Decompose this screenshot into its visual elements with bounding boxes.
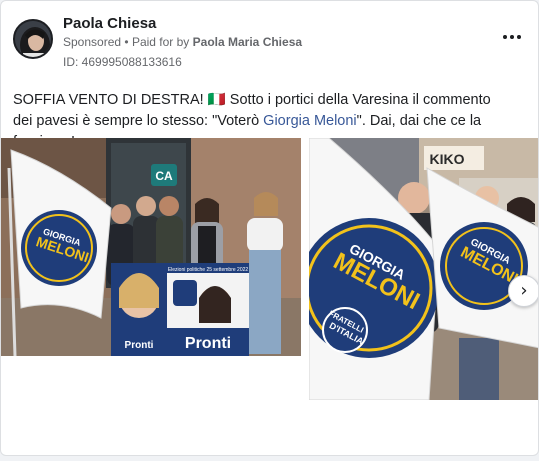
shop-sign: KIKO [430, 151, 465, 167]
group-photo: CA GIORGIA MELONI Pronti Elezioni politi… [1, 138, 301, 356]
post-text-start: SOFFIA VENTO DI DESTRA! [13, 92, 208, 108]
more-dot [510, 35, 514, 39]
flags-photo: KIKO GIORGIA MELONI FRATELLI D'ITALIA GI… [309, 138, 538, 400]
paid-for-by-name[interactable]: Paola Maria Chiesa [193, 35, 302, 49]
sponsored-line: Sponsored • Paid for by Paola Maria Chie… [63, 35, 302, 49]
avatar-photo [15, 21, 51, 57]
more-dot [517, 35, 521, 39]
sponsored-label: Sponsored [63, 35, 122, 49]
ad-post-card: Paola Chiesa Sponsored • Paid for by Pao… [0, 0, 539, 456]
carousel-photo-2[interactable]: KIKO GIORGIA MELONI FRATELLI D'ITALIA GI… [309, 138, 538, 400]
author-avatar[interactable] [13, 19, 53, 59]
separator-dot: • [124, 35, 129, 49]
hashtag-link[interactable]: Giorgia Meloni [263, 113, 357, 129]
more-horizontal-icon [503, 35, 507, 39]
paid-for-by-label: Paid for by [131, 35, 190, 49]
carousel-photo-1[interactable]: CA GIORGIA MELONI Pronti Elezioni politi… [1, 138, 301, 356]
author-name[interactable]: Paola Chiesa [63, 15, 156, 32]
ad-id: ID: 469995088133616 [63, 55, 182, 69]
bank-logo: CA [155, 169, 173, 183]
poster-2-date: Elezioni politiche 25 settembre 2022 [168, 267, 249, 273]
photo-carousel: CA GIORGIA MELONI Pronti Elezioni politi… [1, 138, 538, 400]
poster-2-slogan: Pronti [185, 335, 231, 352]
carousel-next-button[interactable]: › [508, 275, 538, 307]
more-options-button[interactable] [500, 27, 524, 47]
italy-flag-emoji: 🇮🇹 [207, 92, 226, 108]
chevron-right-icon: › [520, 280, 528, 301]
poster-1-slogan: Pronti [125, 340, 154, 351]
campaign-posters: Pronti Elezioni politiche 25 settembre 2… [111, 263, 249, 356]
post-header: Paola Chiesa Sponsored • Paid for by Pao… [13, 13, 526, 71]
